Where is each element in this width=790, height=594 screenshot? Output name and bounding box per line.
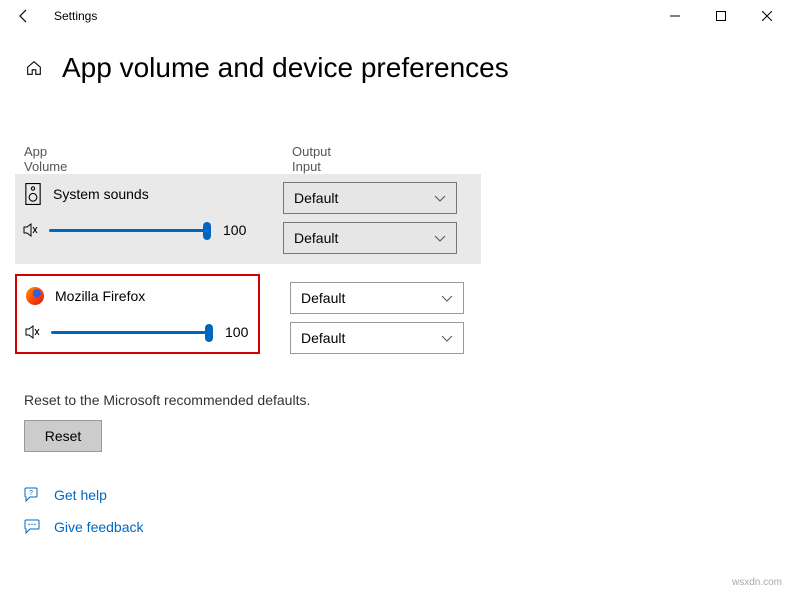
give-feedback-link[interactable]: Give feedback [54, 519, 144, 535]
app-name: Mozilla Firefox [55, 288, 145, 304]
page-header: App volume and device preferences [0, 32, 790, 84]
watermark: wsxdn.com [732, 577, 782, 588]
page-title: App volume and device preferences [62, 52, 509, 84]
speaker-device-icon [23, 184, 43, 204]
volume-slider[interactable] [49, 220, 209, 240]
output-dropdown[interactable]: Default [290, 282, 464, 314]
col-input-label: Input [292, 159, 331, 174]
minimize-button[interactable] [652, 0, 698, 32]
firefox-icon [25, 286, 45, 306]
volume-slider[interactable] [51, 322, 211, 342]
svg-text:?: ? [29, 490, 33, 497]
reset-button[interactable]: Reset [24, 420, 102, 452]
output-value: Default [301, 290, 345, 306]
chevron-down-icon [434, 230, 446, 246]
output-value: Default [294, 190, 338, 206]
app-row-system-sounds: System sounds 100 Default Default [15, 174, 481, 264]
chevron-down-icon [441, 290, 453, 306]
maximize-button[interactable] [698, 0, 744, 32]
window-controls [652, 0, 790, 32]
chevron-down-icon [434, 190, 446, 206]
input-dropdown[interactable]: Default [290, 322, 464, 354]
input-value: Default [294, 230, 338, 246]
col-app-label: App [24, 144, 292, 159]
mute-icon[interactable] [25, 322, 45, 342]
input-value: Default [301, 330, 345, 346]
home-icon[interactable] [24, 58, 44, 78]
output-dropdown[interactable]: Default [283, 182, 457, 214]
volume-value: 100 [225, 324, 248, 340]
window-title: Settings [54, 9, 97, 23]
back-button[interactable] [8, 0, 40, 32]
mute-icon[interactable] [23, 220, 43, 240]
get-help-link[interactable]: Get help [54, 487, 107, 503]
reset-section: Reset to the Microsoft recommended defau… [24, 392, 790, 452]
volume-value: 100 [223, 222, 246, 238]
input-dropdown[interactable]: Default [283, 222, 457, 254]
app-row-firefox: Mozilla Firefox 100 Default Default [15, 264, 790, 354]
help-icon: ? [24, 486, 42, 504]
app-name: System sounds [53, 186, 149, 202]
footer-links: ? Get help Give feedback [24, 486, 790, 536]
close-button[interactable] [744, 0, 790, 32]
col-volume-label: Volume [24, 159, 292, 174]
reset-description: Reset to the Microsoft recommended defau… [24, 392, 790, 408]
column-headers: App Volume Output Input [24, 144, 790, 174]
chevron-down-icon [441, 330, 453, 346]
feedback-icon [24, 518, 42, 536]
titlebar: Settings [0, 0, 790, 32]
col-output-label: Output [292, 144, 331, 159]
